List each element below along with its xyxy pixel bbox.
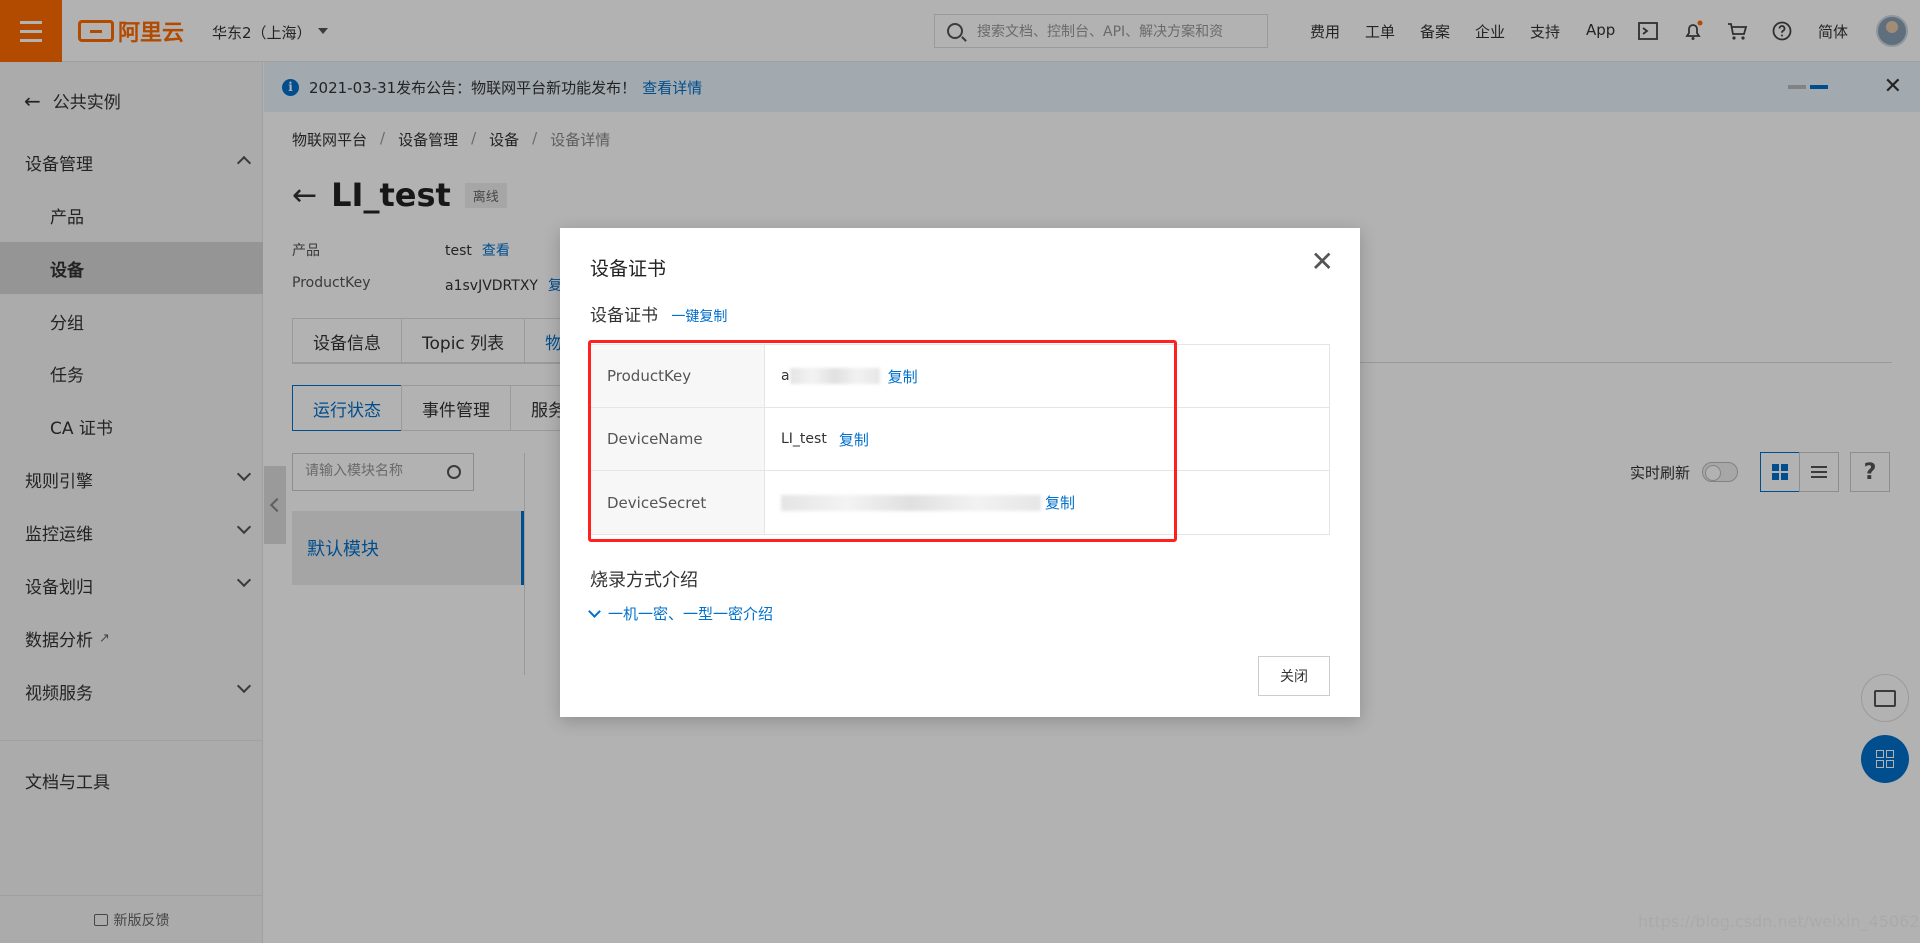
watermark: https://blog.csdn.net/weixin_45062087 [1638, 912, 1920, 931]
red-highlight-box [588, 340, 1177, 542]
burn-section-title: 烧录方式介绍 [590, 570, 698, 591]
close-icon[interactable]: ✕ [1311, 248, 1334, 276]
cert-section-title: 设备证书 一键复制 [590, 306, 728, 326]
copy-all-link[interactable]: 一键复制 [671, 309, 727, 325]
close-button[interactable]: 关闭 [1258, 656, 1330, 696]
burn-intro-link[interactable]: 一机一密、一型一密介绍 [588, 603, 773, 624]
chevron-down-icon [588, 605, 601, 618]
dialog-title: 设备证书 [590, 258, 667, 280]
